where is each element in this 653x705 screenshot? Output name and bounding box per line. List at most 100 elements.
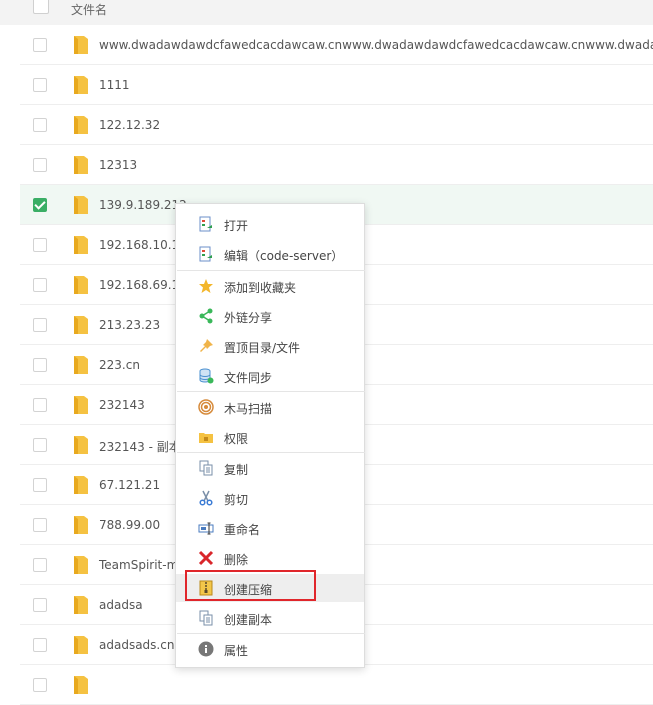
menu-label: 剪切 [224, 493, 249, 507]
folder-icon [72, 595, 90, 615]
menu-item-cut[interactable]: 剪切 [176, 484, 364, 512]
menu-separator [177, 391, 365, 392]
menu-item-open[interactable]: 打开 [176, 210, 364, 238]
menu-item-trojan-scan[interactable]: 木马扫描 [176, 393, 364, 421]
row-checkbox[interactable] [33, 198, 47, 212]
menu-item-file-sync[interactable]: 文件同步 [176, 362, 364, 390]
file-name[interactable]: 67.121.21 [99, 478, 160, 492]
file-name[interactable]: 213.23.23 [99, 318, 160, 332]
file-name[interactable]: 12313 [99, 158, 137, 172]
folder-icon [72, 675, 90, 695]
menu-label: 权限 [224, 432, 249, 446]
folder-icon [72, 475, 90, 495]
folder-icon [72, 155, 90, 175]
file-name[interactable]: 788.99.00 [99, 518, 160, 532]
file-name[interactable]: www.dwadawdawdcfawedcacdawcaw.cnwww.dwad… [99, 38, 653, 52]
file-name[interactable]: 1111 [99, 78, 130, 92]
menu-item-delete[interactable]: 删除 [176, 544, 364, 572]
row-checkbox[interactable] [33, 118, 47, 132]
duplicate-icon [198, 610, 214, 626]
file-row[interactable]: 1111 [20, 65, 653, 105]
row-checkbox[interactable] [33, 438, 47, 452]
menu-label: 木马扫描 [224, 402, 273, 416]
row-checkbox[interactable] [33, 398, 47, 412]
row-checkbox[interactable] [33, 38, 47, 52]
menu-label: 外链分享 [224, 311, 273, 325]
file-name[interactable]: 122.12.32 [99, 118, 160, 132]
row-checkbox[interactable] [33, 518, 47, 532]
menu-item-pin-top[interactable]: 置顶目录/文件 [176, 332, 364, 360]
menu-item-edit-code-server[interactable]: 编辑（code-server） [176, 240, 364, 268]
menu-item-add-favorite[interactable]: 添加到收藏夹 [176, 272, 364, 300]
row-checkbox[interactable] [33, 638, 47, 652]
open-file-icon [198, 216, 214, 232]
row-checkbox[interactable] [33, 678, 47, 692]
folder-icon [72, 635, 90, 655]
menu-label: 打开 [224, 219, 249, 233]
rename-icon [198, 520, 214, 536]
file-name[interactable]: TeamSpirit-m [99, 558, 178, 572]
menu-item-copy[interactable]: 复制 [176, 454, 364, 482]
highlight-box-create-archive [185, 570, 316, 601]
row-checkbox[interactable] [33, 278, 47, 292]
menu-label: 复制 [224, 463, 249, 477]
edit-file-icon [198, 246, 214, 262]
folder-icon [72, 355, 90, 375]
share-icon [198, 308, 214, 324]
menu-label: 重命名 [224, 523, 261, 537]
menu-separator [177, 270, 365, 271]
select-all-checkbox[interactable] [33, 0, 49, 14]
file-list-header: 文件名 [0, 0, 653, 25]
menu-label: 编辑（code-server） [224, 249, 344, 263]
scissors-icon [198, 490, 214, 506]
file-name[interactable]: adadsa [99, 598, 143, 612]
column-header-name[interactable]: 文件名 [71, 1, 107, 18]
delete-x-icon [198, 550, 214, 566]
file-row[interactable]: www.dwadawdawdcfawedcacdawcaw.cnwww.dwad… [20, 25, 653, 65]
copy-icon [198, 460, 214, 476]
file-name[interactable]: adadsads.cn [99, 638, 174, 652]
row-checkbox[interactable] [33, 598, 47, 612]
row-checkbox[interactable] [33, 78, 47, 92]
menu-label: 创建副本 [224, 613, 273, 627]
folder-icon [72, 275, 90, 295]
folder-icon [72, 195, 90, 215]
star-icon [198, 278, 214, 294]
row-checkbox[interactable] [33, 238, 47, 252]
menu-label: 置顶目录/文件 [224, 341, 301, 355]
menu-item-permissions[interactable]: 权限 [176, 423, 364, 451]
file-name[interactable]: 232143 [99, 398, 145, 412]
file-name[interactable]: 232143 - 副本 [99, 438, 181, 455]
menu-label: 删除 [224, 553, 249, 567]
row-checkbox[interactable] [33, 478, 47, 492]
folder-icon [72, 315, 90, 335]
row-checkbox[interactable] [33, 318, 47, 332]
menu-item-properties[interactable]: 属性 [176, 635, 364, 663]
file-row[interactable]: 122.12.32 [20, 105, 653, 145]
file-row[interactable] [20, 665, 653, 705]
folder-icon [72, 395, 90, 415]
menu-label: 添加到收藏夹 [224, 281, 297, 295]
folder-icon [72, 75, 90, 95]
row-checkbox[interactable] [33, 558, 47, 572]
file-name[interactable]: 192.168.69.18 [99, 278, 187, 292]
file-name[interactable]: 139.9.189.212 [99, 198, 187, 212]
folder-icon [72, 515, 90, 535]
menu-separator [177, 633, 365, 634]
pin-icon [198, 338, 214, 354]
folder-icon [72, 555, 90, 575]
menu-separator [177, 452, 365, 453]
file-name[interactable]: 192.168.10.10 [99, 238, 187, 252]
folder-icon [72, 115, 90, 135]
menu-item-rename[interactable]: 重命名 [176, 514, 364, 542]
row-checkbox[interactable] [33, 158, 47, 172]
menu-item-share-link[interactable]: 外链分享 [176, 302, 364, 330]
info-icon [198, 641, 214, 657]
folder-lock-icon [198, 429, 214, 445]
folder-icon [72, 35, 90, 55]
folder-icon [72, 235, 90, 255]
file-row[interactable]: 12313 [20, 145, 653, 185]
menu-item-create-duplicate[interactable]: 创建副本 [176, 604, 364, 632]
file-name[interactable]: 223.cn [99, 358, 140, 372]
row-checkbox[interactable] [33, 358, 47, 372]
